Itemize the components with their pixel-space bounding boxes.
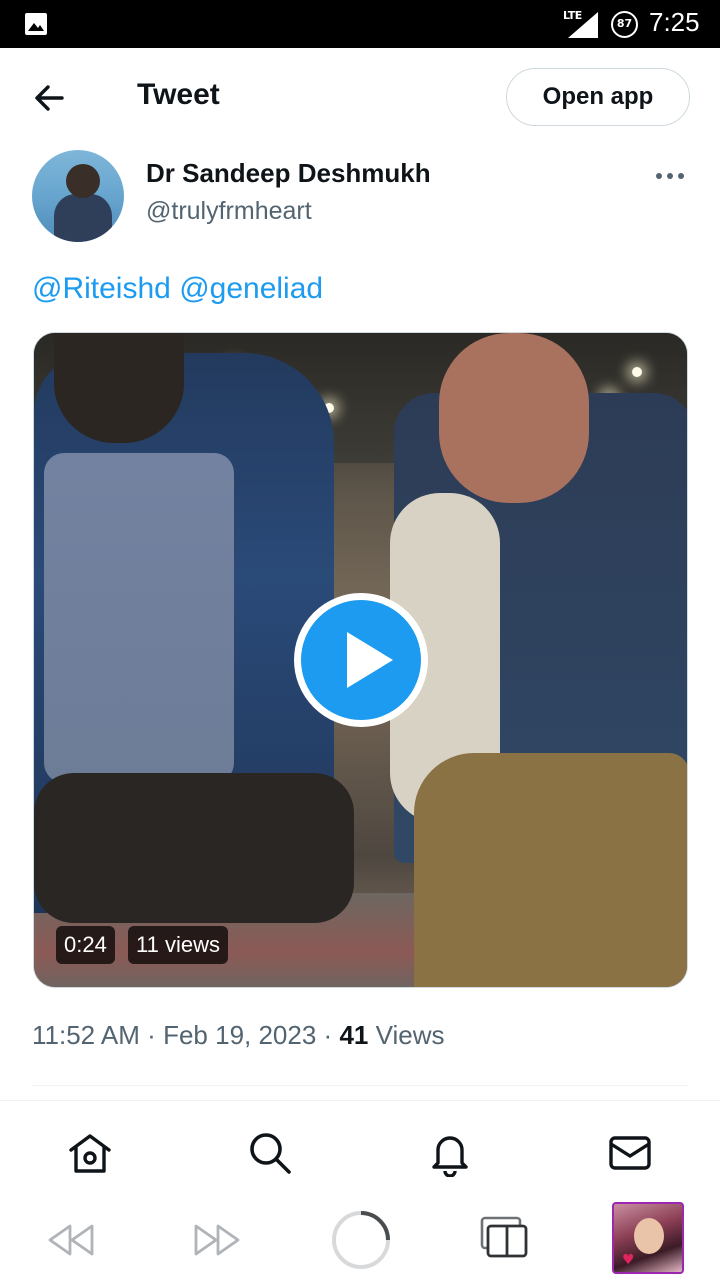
tweet-text: @Riteishd @geneliad <box>32 272 323 306</box>
more-options-icon[interactable] <box>652 164 688 188</box>
top-bar: Tweet Open app <box>0 48 720 148</box>
messages-icon[interactable] <box>606 1129 654 1177</box>
back-arrow-icon[interactable] <box>30 78 70 118</box>
views-count: 41 <box>339 1020 369 1050</box>
author-name[interactable]: Dr Sandeep Deshmukh <box>146 158 431 189</box>
video-duration: 0:24 <box>56 926 115 964</box>
page-title: Tweet <box>137 78 220 111</box>
tabs-icon[interactable] <box>478 1212 534 1268</box>
rewind-back-icon[interactable] <box>44 1212 100 1268</box>
profile-thumbnail[interactable]: ♥ <box>612 1202 684 1274</box>
loading-icon[interactable] <box>330 1209 392 1271</box>
mention-link[interactable]: @geneliad <box>179 272 323 305</box>
heart-icon: ♥ <box>622 1252 635 1268</box>
play-button[interactable] <box>294 593 428 727</box>
tweet-time: 11:52 AM <box>32 1020 140 1050</box>
views-label: Views <box>375 1020 445 1050</box>
video-views: 11 views <box>128 926 228 964</box>
author-handle[interactable]: @trulyfrmheart <box>146 197 312 226</box>
avatar[interactable] <box>32 150 124 242</box>
forward-icon[interactable] <box>188 1212 244 1268</box>
video-player[interactable]: 0:24 11 views <box>33 332 688 988</box>
mention-link[interactable]: @Riteishd <box>32 272 171 305</box>
play-icon <box>347 632 393 688</box>
clock: 7:25 <box>649 7 700 37</box>
divider <box>32 1085 688 1086</box>
tweet-date: Feb 19, 2023 <box>163 1020 317 1050</box>
status-bar: LTE 87 7:25 <box>0 0 720 48</box>
notifications-icon[interactable] <box>426 1129 474 1177</box>
battery-indicator: 87 <box>611 11 638 38</box>
search-icon[interactable] <box>246 1129 294 1177</box>
home-icon[interactable] <box>66 1129 114 1177</box>
signal-icon <box>568 12 598 38</box>
tweet-meta: 11:52 AM · Feb 19, 2023 · 41 Views <box>32 1020 445 1050</box>
open-app-button[interactable]: Open app <box>506 68 690 126</box>
bottom-tab-bar <box>0 1101 720 1201</box>
gallery-notification-icon <box>25 13 47 35</box>
